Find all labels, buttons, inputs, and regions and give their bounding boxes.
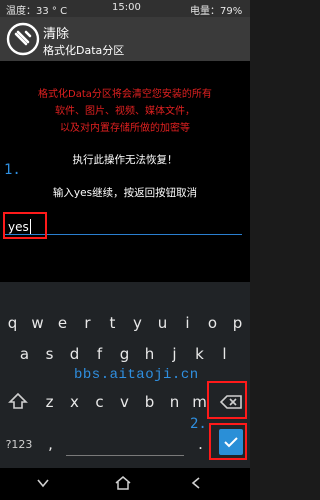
step-2-annotation: 2. (190, 416, 207, 432)
soft-keyboard: q w e r t y u i o p a s d f g h j k l bb… (0, 282, 250, 468)
step-1-annotation: 1. (4, 162, 21, 178)
chevron-down-icon[interactable] (36, 476, 50, 490)
key-y[interactable]: y (125, 309, 150, 337)
temperature-readout: 温度：33 ° C (6, 6, 68, 17)
shift-key[interactable] (6, 390, 30, 414)
key-o[interactable]: o (200, 309, 225, 337)
highlight-box-input (3, 212, 47, 239)
key-z[interactable]: z (37, 388, 62, 416)
home-icon[interactable] (114, 475, 132, 491)
key-t[interactable]: t (100, 309, 125, 337)
battery-readout: 电量：79% (190, 6, 243, 17)
key-r[interactable]: r (75, 309, 100, 337)
header: 清除 格式化Data分区 (0, 17, 250, 61)
key-i[interactable]: i (175, 309, 200, 337)
highlight-box-backspace (207, 381, 247, 419)
key-d[interactable]: d (62, 340, 87, 368)
format-data-panel: 格式化Data分区将会清空您安装的所有 软件、图片、视频、媒体文件， 以及对内置… (0, 61, 250, 282)
key-g[interactable]: g (112, 340, 137, 368)
key-c[interactable]: c (87, 388, 112, 416)
twrp-logo-icon (6, 22, 40, 56)
navigation-bar (0, 468, 250, 500)
key-h[interactable]: h (137, 340, 162, 368)
status-bar: 温度：33 ° C 15:00 电量：79% (0, 0, 250, 17)
page-title: 清除 (43, 27, 70, 42)
warning-line-3: 以及对内置存储所做的加密等 (60, 123, 190, 134)
key-e[interactable]: e (50, 309, 75, 337)
key-l[interactable]: l (212, 340, 237, 368)
warning-line-2: 软件、图片、视频、媒体文件， (55, 106, 195, 117)
space-key[interactable] (66, 434, 184, 456)
highlight-box-enter (209, 423, 247, 460)
symbols-key[interactable]: ?123 (4, 435, 34, 455)
key-a[interactable]: a (12, 340, 37, 368)
key-f[interactable]: f (87, 340, 112, 368)
key-u[interactable]: u (150, 309, 175, 337)
page-subtitle: 格式化Data分区 (43, 44, 125, 57)
clock: 15:00 (112, 2, 141, 13)
back-icon[interactable] (189, 476, 203, 490)
warning-line-1: 格式化Data分区将会清空您安装的所有 (38, 89, 212, 100)
key-p[interactable]: p (225, 309, 250, 337)
input-prompt: 输入yes继续，按返回按钮取消 (52, 187, 198, 199)
key-comma[interactable]: , (38, 430, 63, 458)
key-x[interactable]: x (62, 388, 87, 416)
watermark-text: bbs.aitaoji.cn (74, 367, 199, 383)
key-v[interactable]: v (112, 388, 137, 416)
shift-icon (8, 392, 28, 409)
key-w[interactable]: w (25, 309, 50, 337)
key-b[interactable]: b (137, 388, 162, 416)
key-j[interactable]: j (162, 340, 187, 368)
key-q[interactable]: q (0, 309, 25, 337)
irreversible-notice: 执行此操作无法恢复！ (72, 154, 178, 166)
key-s[interactable]: s (37, 340, 62, 368)
key-n[interactable]: n (162, 388, 187, 416)
key-k[interactable]: k (187, 340, 212, 368)
